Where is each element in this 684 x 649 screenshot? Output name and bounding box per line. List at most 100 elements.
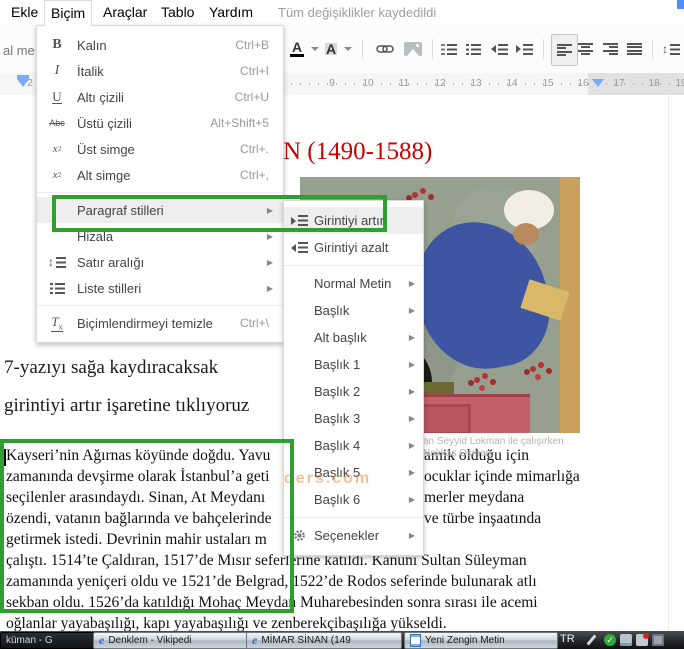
subscript-icon: x2: [52, 169, 62, 181]
menu-separator: [37, 192, 283, 193]
numbered-list-icon[interactable]: [441, 38, 457, 60]
text-color-dropdown-icon[interactable]: [308, 38, 319, 60]
submenu-item-alt-baslik[interactable]: Alt başlık ▶: [284, 324, 423, 351]
display-tray-icon[interactable]: [652, 634, 664, 646]
instruction-line: girintiyi artır işaretine tıklıyoruz: [4, 395, 250, 416]
image-flower-shape: [529, 366, 536, 373]
align-center-icon[interactable]: [578, 38, 593, 60]
submenu-item-normal-metin[interactable]: Normal Metin ▶: [284, 270, 423, 297]
right-indent-marker[interactable]: [592, 79, 604, 87]
menu-yardim[interactable]: Yardım: [203, 0, 259, 25]
site-watermark: ders.com: [284, 470, 372, 487]
submenu-arrow-icon: ▶: [408, 495, 415, 504]
menu-bicim[interactable]: Biçim: [44, 0, 93, 26]
wordpad-icon: [410, 634, 421, 647]
submenu-arrow-icon: ▶: [408, 387, 415, 396]
align-right-icon[interactable]: [603, 38, 618, 60]
paragraph-line: merler meydana: [424, 489, 525, 506]
format-menu: B Kalın Ctrl+B I İtalik Ctrl+I U Altı çi…: [36, 25, 284, 343]
paragraph-line: ocuklar içinde mimarlığa: [424, 468, 580, 485]
ruler-number: 19: [675, 78, 684, 89]
submenu-item-baslik-2[interactable]: Başlık 2 ▶: [284, 378, 423, 405]
justify-icon[interactable]: [627, 38, 642, 60]
audio-tray-icon[interactable]: [636, 633, 649, 646]
save-status: Tüm değişiklikler kaydedildi: [278, 5, 437, 20]
left-indent-marker[interactable]: [17, 75, 29, 87]
insert-link-icon[interactable]: [376, 38, 394, 60]
bulleted-list-icon[interactable]: [466, 38, 481, 60]
menu-item-kalin[interactable]: B Kalın Ctrl+B: [37, 32, 283, 58]
submenu-item-girintiyi-azalt[interactable]: Girintiyi azalt: [284, 234, 423, 261]
windows-taskbar: küman - G e Denklem - Vikipedi e MİMAR S…: [0, 631, 684, 649]
text-color-icon[interactable]: A: [290, 38, 304, 60]
language-indicator[interactable]: TR: [560, 633, 575, 645]
toolbar-separator: [362, 39, 363, 59]
ruler-number: 12: [434, 78, 446, 89]
ruler-number: 11: [398, 78, 410, 89]
indent-decrease-icon: [284, 242, 314, 253]
submenu-item-secenekler[interactable]: Seçenekler ▶: [284, 522, 423, 549]
line-spacing-icon: ↕: [37, 256, 77, 268]
superscript-icon: x2: [52, 143, 62, 155]
submenu-item-baslik-1[interactable]: Başlık 1 ▶: [284, 351, 423, 378]
strikethrough-icon: Abc: [49, 118, 65, 128]
clear-formatting-icon: Tx: [51, 313, 63, 333]
menu-item-ustu-cizili[interactable]: Abc Üstü çizili Alt+Shift+5: [37, 110, 283, 136]
paragraph-line: ve türbe inşaatında: [424, 510, 542, 527]
submenu-item-baslik-3[interactable]: Başlık 3 ▶: [284, 405, 423, 432]
decrease-indent-icon[interactable]: [491, 38, 508, 60]
updater-tray-icon[interactable]: [620, 634, 632, 646]
menu-item-ust-simge[interactable]: x2 Üst simge Ctrl+.: [37, 136, 283, 162]
image-flower-shape: [473, 376, 480, 383]
align-left-icon[interactable]: [551, 34, 578, 66]
submenu-item-baslik-6[interactable]: Başlık 6 ▶: [284, 486, 423, 513]
submenu-arrow-icon: ▶: [408, 414, 415, 423]
document-title-fragment: N (1490-1588): [283, 138, 433, 165]
increase-indent-icon[interactable]: [516, 38, 533, 60]
share-button-fragment[interactable]: [677, 0, 684, 9]
menu-item-satir-araligi[interactable]: ↕ Satır aralığı ▶: [37, 249, 283, 275]
highlight-dropdown-icon[interactable]: [341, 38, 352, 60]
menu-item-alt-simge[interactable]: x2 Alt simge Ctrl+,: [37, 162, 283, 188]
menu-tablo[interactable]: Tablo: [155, 0, 200, 25]
menu-item-italik[interactable]: I İtalik Ctrl+I: [37, 58, 283, 84]
image-face-shape: [512, 223, 539, 246]
submenu-arrow-icon: ▶: [408, 468, 415, 477]
antivirus-tray-icon[interactable]: ✓: [604, 634, 616, 646]
submenu-arrow-icon: ▶: [408, 360, 415, 369]
submenu-item-baslik-4[interactable]: Başlık 4 ▶: [284, 432, 423, 459]
highlight-color-icon[interactable]: A: [325, 38, 338, 60]
menu-item-alti-cizili[interactable]: U Altı çizili Ctrl+U: [37, 84, 283, 110]
submenu-arrow-icon: ▶: [408, 279, 415, 288]
image-caption: an Seyyid Lokman ile çalışırken Nakkaş O…: [423, 436, 564, 459]
menu-ekle[interactable]: Ekle: [5, 0, 44, 25]
menu-separator: [284, 517, 423, 518]
menu-separator: [284, 265, 423, 266]
paragraph-styles-submenu: Girintiyi artır Girintiyi azalt Normal M…: [283, 200, 424, 556]
menu-item-liste-stilleri[interactable]: Liste stilleri ▶: [37, 275, 283, 301]
submenu-arrow-icon: ▶: [408, 531, 415, 540]
line-spacing-icon[interactable]: ↕: [662, 38, 680, 60]
menu-araclar[interactable]: Araçlar: [97, 0, 153, 25]
insert-image-icon[interactable]: [404, 38, 422, 60]
ruler-number: 18: [648, 78, 660, 89]
ruler-number: 10: [362, 78, 374, 89]
submenu-arrow-icon: ▶: [408, 306, 415, 315]
taskbar-button-denklem[interactable]: e Denklem - Vikipedi: [93, 632, 251, 649]
ruler-number: 17: [613, 78, 625, 89]
submenu-arrow-icon: ▶: [266, 231, 273, 241]
toolbar-separator: [543, 39, 544, 59]
ruler-number: 15: [542, 78, 554, 89]
taskbar-button-document[interactable]: küman - G: [0, 632, 98, 649]
ie-icon: e: [252, 633, 258, 647]
taskbar-button-zengin-metin[interactable]: Yeni Zengin Metin: [404, 632, 558, 649]
taskbar-button-mimar-sinan[interactable]: e MİMAR SİNAN (149: [246, 632, 402, 649]
submenu-item-baslik[interactable]: Başlık ▶: [284, 297, 423, 324]
menu-item-bicimlendirmeyi-temizle[interactable]: Tx Biçimlendirmeyi temizle Ctrl+\: [37, 310, 283, 336]
ie-icon: e: [99, 633, 105, 647]
pen-tray-icon[interactable]: [586, 634, 597, 646]
submenu-arrow-icon: ▶: [408, 333, 415, 342]
ruler-number: 16: [577, 78, 589, 89]
submenu-arrow-icon: ▶: [266, 257, 273, 267]
toolbar-separator: [652, 39, 653, 59]
